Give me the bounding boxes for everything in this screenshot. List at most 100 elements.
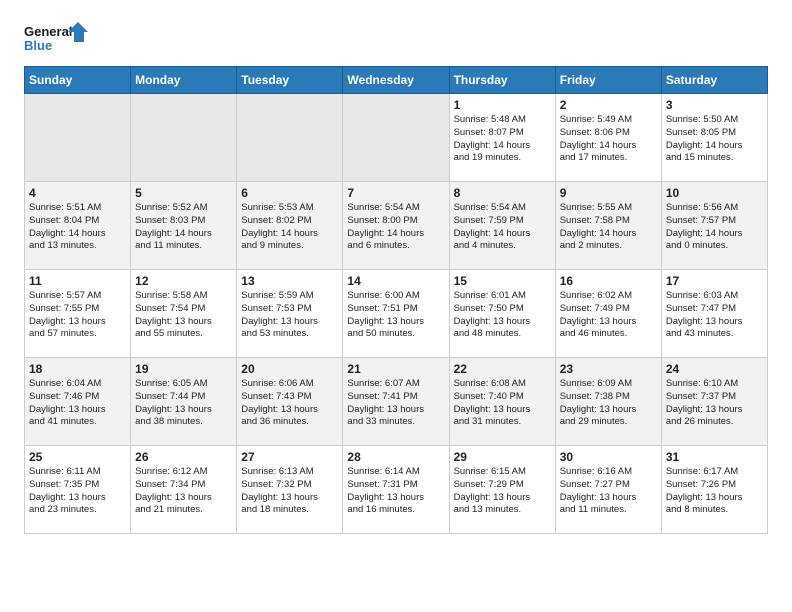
day-number: 11 xyxy=(29,274,126,288)
week-row-4: 18Sunrise: 6:04 AM Sunset: 7:46 PM Dayli… xyxy=(25,358,768,446)
day-number: 7 xyxy=(347,186,444,200)
logo: General Blue xyxy=(24,20,94,56)
week-row-2: 4Sunrise: 5:51 AM Sunset: 8:04 PM Daylig… xyxy=(25,182,768,270)
calendar-cell xyxy=(343,94,449,182)
calendar-cell: 3 Sunrise: 5:50 AM Sunset: 8:05 PM Daylig… xyxy=(661,94,767,182)
day-number: 28 xyxy=(347,450,444,464)
svg-text:Blue: Blue xyxy=(24,38,52,53)
calendar-cell: 4Sunrise: 5:51 AM Sunset: 8:04 PM Daylig… xyxy=(25,182,131,270)
weekday-header-sunday: Sunday xyxy=(25,67,131,94)
calendar-cell xyxy=(237,94,343,182)
calendar-cell: 24 Sunrise: 6:10 AM Sunset: 7:37 PM Dayli… xyxy=(661,358,767,446)
calendar-cell: 21 Sunrise: 6:07 AM Sunset: 7:41 PM Dayli… xyxy=(343,358,449,446)
calendar-cell: 9 Sunrise: 5:55 AM Sunset: 7:58 PM Daylig… xyxy=(555,182,661,270)
day-number: 8 xyxy=(454,186,551,200)
calendar-cell: 14 Sunrise: 6:00 AM Sunset: 7:51 PM Dayli… xyxy=(343,270,449,358)
calendar-cell: 12 Sunrise: 5:58 AM Sunset: 7:54 PM Dayli… xyxy=(131,270,237,358)
day-info: Sunrise: 6:16 AM Sunset: 7:27 PM Dayligh… xyxy=(560,466,657,517)
weekday-header-monday: Monday xyxy=(131,67,237,94)
day-info: Sunrise: 6:03 AM Sunset: 7:47 PM Dayligh… xyxy=(666,290,763,341)
calendar-cell: 31 Sunrise: 6:17 AM Sunset: 7:26 PM Dayli… xyxy=(661,446,767,534)
calendar-table: SundayMondayTuesdayWednesdayThursdayFrid… xyxy=(24,66,768,534)
day-number: 3 xyxy=(666,98,763,112)
day-number: 30 xyxy=(560,450,657,464)
day-info: Sunrise: 6:04 AM Sunset: 7:46 PM Dayligh… xyxy=(29,378,126,429)
day-number: 31 xyxy=(666,450,763,464)
day-number: 6 xyxy=(241,186,338,200)
day-number: 25 xyxy=(29,450,126,464)
weekday-header-wednesday: Wednesday xyxy=(343,67,449,94)
calendar-cell: 29Sunrise: 6:15 AM Sunset: 7:29 PM Dayli… xyxy=(449,446,555,534)
day-number: 10 xyxy=(666,186,763,200)
day-info: Sunrise: 6:07 AM Sunset: 7:41 PM Dayligh… xyxy=(347,378,444,429)
day-info: Sunrise: 5:50 AM Sunset: 8:05 PM Dayligh… xyxy=(666,114,763,165)
day-number: 2 xyxy=(560,98,657,112)
week-row-5: 25 Sunrise: 6:11 AM Sunset: 7:35 PM Dayli… xyxy=(25,446,768,534)
day-info: Sunrise: 6:17 AM Sunset: 7:26 PM Dayligh… xyxy=(666,466,763,517)
day-number: 17 xyxy=(666,274,763,288)
day-number: 24 xyxy=(666,362,763,376)
day-number: 14 xyxy=(347,274,444,288)
day-info: Sunrise: 5:59 AM Sunset: 7:53 PM Dayligh… xyxy=(241,290,338,341)
day-info: Sunrise: 6:15 AM Sunset: 7:29 PM Dayligh… xyxy=(454,466,551,517)
day-number: 23 xyxy=(560,362,657,376)
calendar-cell: 17 Sunrise: 6:03 AM Sunset: 7:47 PM Dayli… xyxy=(661,270,767,358)
calendar-cell: 7Sunrise: 5:54 AM Sunset: 8:00 PM Daylig… xyxy=(343,182,449,270)
day-info: Sunrise: 5:57 AM Sunset: 7:55 PM Dayligh… xyxy=(29,290,126,341)
calendar-cell: 13 Sunrise: 5:59 AM Sunset: 7:53 PM Dayli… xyxy=(237,270,343,358)
day-number: 26 xyxy=(135,450,232,464)
calendar-cell xyxy=(25,94,131,182)
calendar-cell: 16 Sunrise: 6:02 AM Sunset: 7:49 PM Dayli… xyxy=(555,270,661,358)
calendar-cell: 23 Sunrise: 6:09 AM Sunset: 7:38 PM Dayli… xyxy=(555,358,661,446)
day-number: 15 xyxy=(454,274,551,288)
day-number: 13 xyxy=(241,274,338,288)
day-info: Sunrise: 6:10 AM Sunset: 7:37 PM Dayligh… xyxy=(666,378,763,429)
day-number: 19 xyxy=(135,362,232,376)
day-info: Sunrise: 5:56 AM Sunset: 7:57 PM Dayligh… xyxy=(666,202,763,253)
day-number: 27 xyxy=(241,450,338,464)
calendar-cell: 2Sunrise: 5:49 AM Sunset: 8:06 PM Daylig… xyxy=(555,94,661,182)
day-info: Sunrise: 6:09 AM Sunset: 7:38 PM Dayligh… xyxy=(560,378,657,429)
weekday-header-thursday: Thursday xyxy=(449,67,555,94)
day-info: Sunrise: 5:52 AM Sunset: 8:03 PM Dayligh… xyxy=(135,202,232,253)
day-info: Sunrise: 6:11 AM Sunset: 7:35 PM Dayligh… xyxy=(29,466,126,517)
day-number: 9 xyxy=(560,186,657,200)
day-info: Sunrise: 6:00 AM Sunset: 7:51 PM Dayligh… xyxy=(347,290,444,341)
calendar-cell: 28Sunrise: 6:14 AM Sunset: 7:31 PM Dayli… xyxy=(343,446,449,534)
day-number: 4 xyxy=(29,186,126,200)
day-info: Sunrise: 6:05 AM Sunset: 7:44 PM Dayligh… xyxy=(135,378,232,429)
day-info: Sunrise: 5:55 AM Sunset: 7:58 PM Dayligh… xyxy=(560,202,657,253)
day-number: 21 xyxy=(347,362,444,376)
calendar-cell: 10 Sunrise: 5:56 AM Sunset: 7:57 PM Dayli… xyxy=(661,182,767,270)
day-number: 22 xyxy=(454,362,551,376)
day-info: Sunrise: 6:06 AM Sunset: 7:43 PM Dayligh… xyxy=(241,378,338,429)
calendar-cell: 8 Sunrise: 5:54 AM Sunset: 7:59 PM Daylig… xyxy=(449,182,555,270)
calendar-cell: 27Sunrise: 6:13 AM Sunset: 7:32 PM Dayli… xyxy=(237,446,343,534)
logo-svg: General Blue xyxy=(24,20,94,56)
week-row-3: 11 Sunrise: 5:57 AM Sunset: 7:55 PM Dayli… xyxy=(25,270,768,358)
calendar-cell: 20Sunrise: 6:06 AM Sunset: 7:43 PM Dayli… xyxy=(237,358,343,446)
day-info: Sunrise: 6:12 AM Sunset: 7:34 PM Dayligh… xyxy=(135,466,232,517)
day-info: Sunrise: 5:53 AM Sunset: 8:02 PM Dayligh… xyxy=(241,202,338,253)
weekday-header-friday: Friday xyxy=(555,67,661,94)
weekday-header-tuesday: Tuesday xyxy=(237,67,343,94)
day-info: Sunrise: 6:01 AM Sunset: 7:50 PM Dayligh… xyxy=(454,290,551,341)
calendar-cell: 11 Sunrise: 5:57 AM Sunset: 7:55 PM Dayli… xyxy=(25,270,131,358)
day-info: Sunrise: 6:08 AM Sunset: 7:40 PM Dayligh… xyxy=(454,378,551,429)
weekday-header-row: SundayMondayTuesdayWednesdayThursdayFrid… xyxy=(25,67,768,94)
calendar-cell xyxy=(131,94,237,182)
day-number: 5 xyxy=(135,186,232,200)
day-number: 12 xyxy=(135,274,232,288)
calendar-cell: 19 Sunrise: 6:05 AM Sunset: 7:44 PM Dayli… xyxy=(131,358,237,446)
day-info: Sunrise: 5:54 AM Sunset: 7:59 PM Dayligh… xyxy=(454,202,551,253)
calendar-cell: 5 Sunrise: 5:52 AM Sunset: 8:03 PM Daylig… xyxy=(131,182,237,270)
day-info: Sunrise: 6:02 AM Sunset: 7:49 PM Dayligh… xyxy=(560,290,657,341)
calendar-cell: 15 Sunrise: 6:01 AM Sunset: 7:50 PM Dayli… xyxy=(449,270,555,358)
page-header: General Blue xyxy=(24,20,768,56)
day-number: 1 xyxy=(454,98,551,112)
day-info: Sunrise: 5:58 AM Sunset: 7:54 PM Dayligh… xyxy=(135,290,232,341)
calendar-cell: 22 Sunrise: 6:08 AM Sunset: 7:40 PM Dayli… xyxy=(449,358,555,446)
day-number: 16 xyxy=(560,274,657,288)
calendar-cell: 30 Sunrise: 6:16 AM Sunset: 7:27 PM Dayli… xyxy=(555,446,661,534)
svg-text:General: General xyxy=(24,24,72,39)
